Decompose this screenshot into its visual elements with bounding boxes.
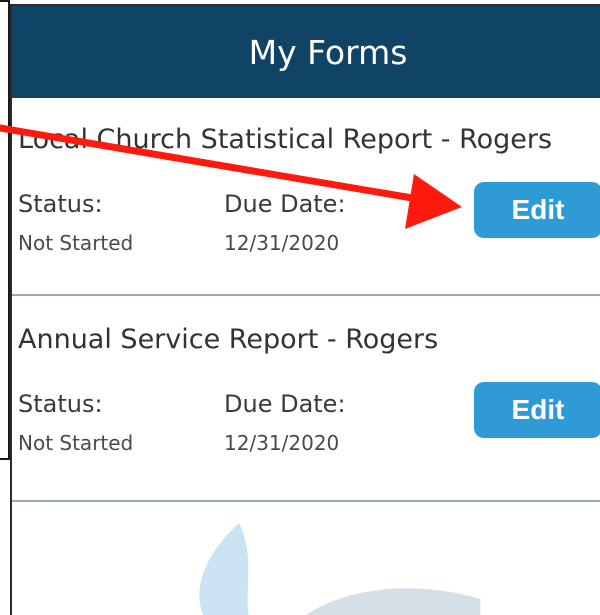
watermark-wave-shape — [306, 588, 481, 615]
form-title: Annual Service Report - Rogers — [18, 324, 439, 355]
edit-button[interactable]: Edit — [474, 182, 600, 238]
page-title: My Forms — [248, 32, 408, 72]
due-date-label: Due Date: — [224, 190, 346, 218]
watermark-flame-shape — [199, 523, 249, 615]
status-value: Not Started — [18, 431, 134, 455]
status-value: Not Started — [18, 231, 134, 255]
faded-logo-watermark-icon — [199, 523, 481, 615]
due-date-value: 12/31/2020 — [224, 231, 340, 255]
status-label: Status: — [18, 390, 103, 418]
status-label: Status: — [18, 190, 103, 218]
form-divider — [12, 294, 600, 296]
form-title: Local Church Statistical Report - Rogers — [18, 124, 553, 155]
due-date-label: Due Date: — [224, 390, 346, 418]
due-date-value: 12/31/2020 — [224, 431, 340, 455]
screenshot-stage: My Forms Local Church Statistical Report… — [0, 0, 600, 615]
mobile-app-screen: My Forms Local Church Statistical Report… — [10, 4, 600, 615]
app-header: My Forms — [12, 6, 600, 98]
edit-button[interactable]: Edit — [474, 382, 600, 438]
left-window-frame — [0, 0, 10, 460]
form-divider — [12, 500, 600, 502]
